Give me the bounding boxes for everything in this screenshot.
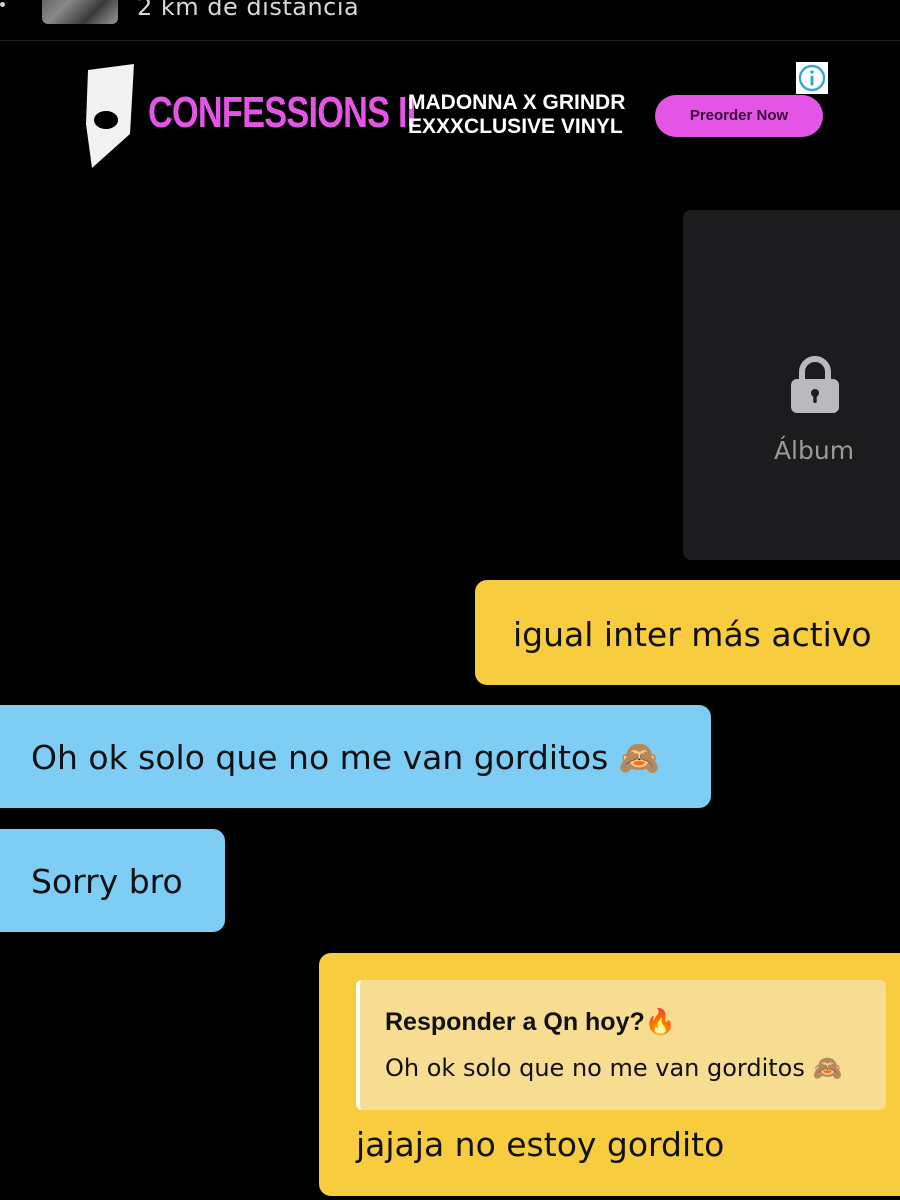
locked-album-card[interactable]: Álbum	[683, 210, 900, 560]
distance-label: 2 km de distancia	[137, 0, 360, 21]
ad-title: CONFESSIONS II	[148, 88, 416, 137]
message-bubble-outgoing[interactable]: igual inter más activo	[475, 580, 900, 685]
ad-subtitle-line-1: MADONNA X GRINDR	[408, 91, 626, 114]
lock-icon	[791, 356, 839, 413]
reply-quote-text: Oh ok solo que no me van gorditos 🙈	[385, 1054, 843, 1082]
message-bubble-incoming[interactable]: Oh ok solo que no me van gorditos 🙈	[0, 705, 711, 808]
message-bubble-outgoing-reply[interactable]: Responder a Qn hoy?🔥 Oh ok solo que no m…	[319, 953, 900, 1196]
reply-quote[interactable]: Responder a Qn hoy?🔥 Oh ok solo que no m…	[356, 980, 886, 1110]
ad-banner[interactable]: CONFESSIONS II MADONNA X GRINDR EXXXCLUS…	[78, 58, 840, 178]
reply-quote-author: Responder a Qn hoy?🔥	[385, 1008, 676, 1036]
mask-logo-icon	[86, 64, 134, 168]
ad-subtitle-line-2: EXXXCLUSIVE VINYL	[408, 115, 623, 138]
info-icon[interactable]	[796, 62, 828, 94]
album-label: Álbum	[773, 436, 855, 465]
message-bubble-incoming[interactable]: Sorry bro	[0, 829, 225, 932]
status-dot	[0, 2, 5, 7]
message-text: jajaja no estoy gordito	[356, 1125, 725, 1164]
ad-subtitle: MADONNA X GRINDR EXXXCLUSIVE VINYL	[408, 91, 625, 139]
chat-screen: 2 km de distancia CONFESSIONS II MADONNA…	[0, 0, 900, 1200]
preorder-button[interactable]: Preorder Now	[655, 95, 823, 137]
avatar[interactable]	[42, 0, 118, 24]
chat-header: 2 km de distancia	[0, 0, 900, 41]
